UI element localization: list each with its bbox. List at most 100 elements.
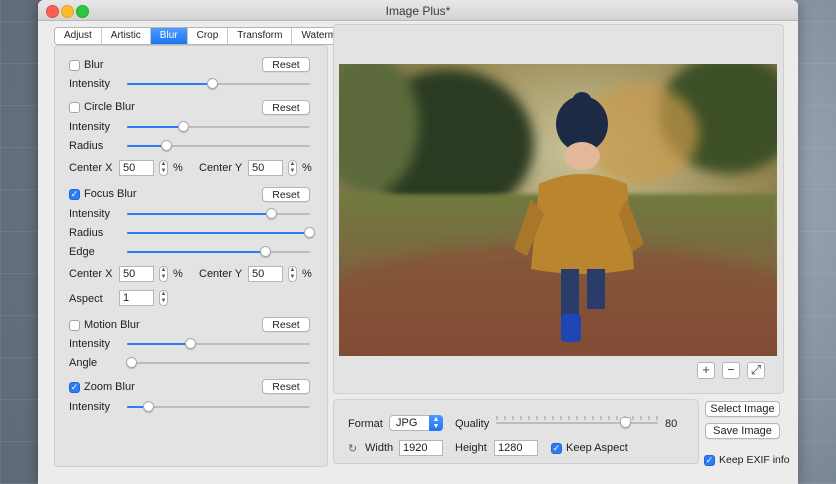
keep-aspect-checkbox[interactable]: ✓ xyxy=(551,442,562,454)
circle-blur-intensity-label: Intensity xyxy=(69,121,110,133)
circle-blur-checkbox[interactable] xyxy=(69,101,80,113)
blur-reset-button[interactable]: Reset xyxy=(262,57,310,72)
focus-blur-center-x-label: Center X xyxy=(69,268,113,280)
width-label: Width xyxy=(365,442,394,454)
circle-blur-center-y-stepper[interactable]: ▲ ▼ xyxy=(288,160,297,176)
circle-blur-intensity-slider[interactable] xyxy=(127,121,310,133)
blur-label: Blur xyxy=(84,59,104,71)
blur-intensity-slider[interactable] xyxy=(127,78,310,90)
circle-blur-center-y-label: Center Y xyxy=(199,162,243,174)
circle-blur-center-x-label: Center X xyxy=(69,162,113,174)
window-title: Image Plus* xyxy=(385,4,451,18)
save-image-button[interactable]: Save Image xyxy=(705,423,780,439)
motion-blur-angle-label: Angle xyxy=(69,357,98,369)
slider-knob[interactable] xyxy=(304,227,315,238)
format-label: Format xyxy=(348,418,383,430)
focus-blur-aspect-stepper[interactable]: ▲ ▼ xyxy=(159,290,168,306)
keep-aspect-label: Keep Aspect xyxy=(566,442,628,454)
percent-label: % xyxy=(173,162,183,174)
slider-knob[interactable] xyxy=(142,401,154,412)
app-window: Image Plus* Adjust Artistic Blur Crop Tr… xyxy=(38,0,798,484)
slider-knob[interactable] xyxy=(260,246,272,257)
tab-transform[interactable]: Transform xyxy=(228,28,293,44)
focus-blur-center-y-input[interactable]: 50 xyxy=(248,266,283,282)
zoom-blur-toggle[interactable]: ✓ Zoom Blur xyxy=(69,381,135,393)
height-input[interactable]: 1280 xyxy=(494,440,538,456)
focus-blur-edge-slider[interactable] xyxy=(127,246,310,258)
focus-blur-intensity-label: Intensity xyxy=(69,208,110,220)
focus-blur-center-x-input[interactable]: 50 xyxy=(119,266,154,282)
zoom-blur-intensity-slider[interactable] xyxy=(127,401,310,413)
keep-exif-toggle[interactable]: ✓ Keep EXIF info xyxy=(704,454,790,466)
slider-knob[interactable] xyxy=(126,357,138,368)
focus-blur-intensity-slider[interactable] xyxy=(127,208,310,220)
zoom-out-button[interactable]: − xyxy=(722,362,740,379)
circle-blur-radius-label: Radius xyxy=(69,140,104,152)
focus-blur-center-y-stepper[interactable]: ▲ ▼ xyxy=(288,266,297,282)
output-settings-panel: Format JPG ▲ ▼ Quality 80 ↻ Width 1920 He… xyxy=(333,399,699,464)
height-label: Height xyxy=(455,442,487,454)
focus-blur-checkbox[interactable]: ✓ xyxy=(69,188,80,200)
quality-value: 80 xyxy=(665,418,678,430)
motion-blur-reset-button[interactable]: Reset xyxy=(262,317,310,332)
quality-slider[interactable] xyxy=(496,417,658,429)
fit-to-window-button[interactable]: ⤢ xyxy=(747,362,765,379)
focus-blur-center-x-stepper[interactable]: ▲ ▼ xyxy=(159,266,168,282)
focus-blur-label: Focus Blur xyxy=(84,188,137,200)
focus-blur-center-y-label: Center Y xyxy=(199,268,243,280)
title-bar: Image Plus* xyxy=(38,0,798,21)
blur-toggle[interactable]: Blur xyxy=(69,59,104,71)
motion-blur-checkbox[interactable] xyxy=(69,319,80,331)
focus-blur-reset-button[interactable]: Reset xyxy=(262,187,310,202)
motion-blur-toggle[interactable]: Motion Blur xyxy=(69,319,140,331)
motion-blur-intensity-slider[interactable] xyxy=(127,338,310,350)
keep-exif-label: Keep EXIF info xyxy=(719,454,790,466)
zoom-blur-reset-button[interactable]: Reset xyxy=(262,379,310,394)
blur-intensity-label: Intensity xyxy=(69,78,110,90)
circle-blur-toggle[interactable]: Circle Blur xyxy=(69,101,135,113)
percent-label: % xyxy=(302,162,312,174)
quality-ticks xyxy=(496,411,658,420)
circle-blur-center-x-input[interactable]: 50 xyxy=(119,160,154,176)
zoom-out-icon: − xyxy=(727,362,735,377)
quality-label: Quality xyxy=(455,418,490,430)
tab-bar: Adjust Artistic Blur Crop Transform Wate… xyxy=(54,27,361,45)
slider-knob[interactable] xyxy=(207,78,218,89)
motion-blur-angle-slider[interactable] xyxy=(126,357,310,369)
width-input[interactable]: 1920 xyxy=(399,440,443,456)
expand-icon: ⤢ xyxy=(750,362,762,377)
format-select[interactable]: JPG ▲ ▼ xyxy=(389,415,443,431)
circle-blur-center-x-stepper[interactable]: ▲ ▼ xyxy=(159,160,168,176)
tab-blur[interactable]: Blur xyxy=(150,28,188,44)
circle-blur-center-y-input[interactable]: 50 xyxy=(248,160,283,176)
rotate-icon[interactable]: ↻ xyxy=(348,442,357,455)
slider-knob[interactable] xyxy=(619,417,631,428)
focus-blur-aspect-input[interactable]: 1 xyxy=(119,290,154,306)
zoom-in-icon: + xyxy=(702,362,710,377)
percent-label: % xyxy=(173,268,183,280)
circle-blur-label: Circle Blur xyxy=(84,101,135,113)
tab-crop[interactable]: Crop xyxy=(187,28,229,44)
focus-blur-radius-label: Radius xyxy=(69,227,104,239)
blur-checkbox[interactable] xyxy=(69,59,80,71)
slider-knob[interactable] xyxy=(185,338,197,349)
keep-aspect-toggle[interactable]: ✓ Keep Aspect xyxy=(551,442,628,454)
image-preview xyxy=(339,64,777,356)
tab-artistic[interactable]: Artistic xyxy=(101,28,151,44)
zoom-in-button[interactable]: + xyxy=(697,362,715,379)
tab-adjust[interactable]: Adjust xyxy=(55,28,102,44)
circle-blur-radius-slider[interactable] xyxy=(127,140,310,152)
zoom-blur-checkbox[interactable]: ✓ xyxy=(69,381,80,393)
focus-blur-edge-label: Edge xyxy=(69,246,95,258)
select-arrows-icon: ▲ ▼ xyxy=(429,415,443,431)
slider-knob[interactable] xyxy=(161,140,173,151)
slider-knob[interactable] xyxy=(265,208,277,219)
keep-exif-checkbox[interactable]: ✓ xyxy=(704,454,715,466)
focus-blur-toggle[interactable]: ✓ Focus Blur xyxy=(69,188,137,200)
motion-blur-intensity-label: Intensity xyxy=(69,338,110,350)
select-image-button[interactable]: Select Image xyxy=(705,401,780,417)
slider-knob[interactable] xyxy=(177,121,189,132)
circle-blur-reset-button[interactable]: Reset xyxy=(262,100,310,115)
percent-label: % xyxy=(302,268,312,280)
focus-blur-radius-slider[interactable] xyxy=(127,227,315,239)
